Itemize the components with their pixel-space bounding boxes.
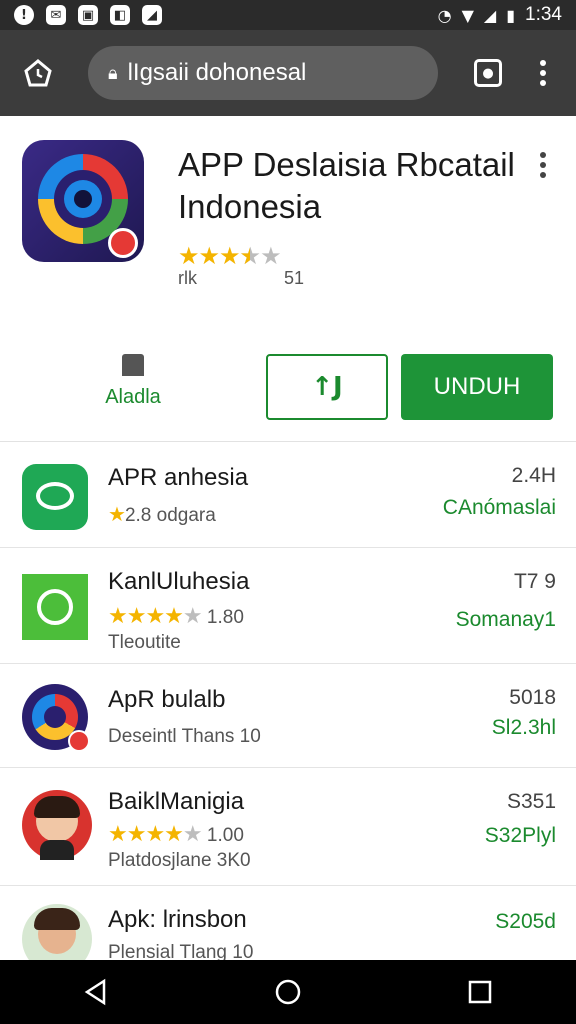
app-header: APP Deslaisia Rbcatail Indonesia ★★★★★★ … bbox=[0, 116, 576, 442]
app-rating-stars: ★★★★★★ bbox=[178, 242, 282, 270]
home-circle-icon bbox=[275, 979, 301, 1005]
status-right: ◔ ▼ ◢ ▮ 1:34 bbox=[438, 4, 562, 26]
list-item-sub: Tleoutite bbox=[108, 632, 181, 653]
wishlist-label: Aladla bbox=[105, 386, 161, 408]
install-button[interactable]: UNDUH bbox=[401, 354, 553, 420]
list-item-sub: Platdosjlane 3K0 bbox=[108, 850, 251, 871]
list-item[interactable]: KanlUluhesia ★★★★★ 1.80 Tleoutite T7 9 S… bbox=[0, 548, 576, 664]
app-logo bbox=[22, 140, 144, 262]
list-item[interactable]: Apk: lrinsbon Plensial Tlang 10 S205d bbox=[0, 886, 576, 974]
list-item-sub: Deseintl Thans 10 bbox=[108, 726, 261, 747]
list-item-title: KanlUluhesia bbox=[108, 568, 250, 595]
list-item-title: ApR bulalb bbox=[108, 686, 226, 713]
list-item-size: 5018 bbox=[509, 686, 556, 709]
list-item-size: 2.4H bbox=[511, 464, 556, 487]
notification-icons: ! ✉ ▣ ◧ ◢ bbox=[14, 5, 162, 25]
browser-toolbar: 🔒︎ lIgsaii dohonesal ● bbox=[0, 30, 576, 116]
data-saver-icon: ◔ bbox=[437, 5, 452, 25]
signal-icon: ◢ bbox=[483, 5, 497, 25]
home-icon[interactable] bbox=[0, 30, 76, 116]
message-icon: ▣ bbox=[78, 5, 98, 25]
home-button[interactable] bbox=[258, 962, 318, 1022]
rating-count: rlk bbox=[178, 268, 197, 288]
wifi-icon: ▼ bbox=[461, 5, 474, 25]
wishlist-button[interactable]: Aladla bbox=[96, 354, 170, 409]
app-icon-avatar bbox=[22, 790, 92, 860]
browser-menu-button[interactable] bbox=[505, 30, 576, 116]
list-item-rating: ★★★★★ 1.00 bbox=[108, 822, 244, 847]
install-label: UNDUH bbox=[433, 373, 521, 400]
secondary-action-label: ↑J bbox=[311, 372, 343, 402]
recents-square-icon bbox=[468, 980, 492, 1004]
list-item-size: S205d bbox=[495, 910, 556, 933]
app-more-icon[interactable] bbox=[540, 152, 546, 182]
list-item-status: S32Plyl bbox=[484, 824, 556, 847]
app-icon-chat bbox=[22, 464, 88, 530]
app-icon-browser bbox=[22, 684, 90, 752]
list-item-size: S351 bbox=[506, 790, 556, 813]
battery-icon: ▮ bbox=[506, 5, 516, 25]
list-item[interactable]: APR anhesia ★2.8 odgara 2.4H CAnómaslai bbox=[0, 442, 576, 548]
back-triangle-icon bbox=[84, 978, 106, 1006]
list-item-rating: ★2.8 odgara bbox=[108, 502, 216, 526]
bookmark-icon bbox=[122, 354, 144, 376]
list-item-size: T7 9 bbox=[513, 570, 556, 593]
app-size: 51 bbox=[284, 268, 305, 288]
list-item-title: BaiklManigia bbox=[108, 788, 245, 815]
chat-icon: ◧ bbox=[110, 5, 130, 25]
secondary-action-button[interactable]: ↑J bbox=[266, 354, 388, 420]
clock: 1:34 bbox=[525, 4, 562, 25]
url-text: lIgsaii dohonesal bbox=[127, 59, 307, 86]
app-icon: ◢ bbox=[142, 5, 162, 25]
app-title: APP Deslaisia Rbcatail Indonesia bbox=[178, 146, 515, 225]
recents-button[interactable] bbox=[450, 962, 510, 1022]
status-bar: ! ✉ ▣ ◧ ◢ ◔ ▼ ◢ ▮ 1:34 bbox=[0, 0, 576, 30]
list-item[interactable]: BaiklManigia ★★★★★ 1.00 Platdosjlane 3K0… bbox=[0, 768, 576, 886]
back-button[interactable] bbox=[66, 962, 126, 1022]
list-item[interactable]: ApR bulalb Deseintl Thans 10 5018 Sl2.3h… bbox=[0, 664, 576, 768]
mail-icon: ✉ bbox=[46, 5, 66, 25]
list-item-status: CAnómaslai bbox=[442, 496, 556, 519]
list-item-status: Sl2.3hl bbox=[491, 716, 556, 739]
alert-icon: ! bbox=[14, 5, 34, 25]
list-item-title: APR anhesia bbox=[108, 464, 249, 491]
lock-icon: 🔒︎ bbox=[108, 62, 118, 84]
address-bar[interactable]: 🔒︎ lIgsaii dohonesal bbox=[88, 46, 438, 100]
navigation-bar bbox=[0, 960, 576, 1024]
tabs-icon: ● bbox=[474, 59, 502, 87]
app-icon-whatsapp bbox=[22, 574, 88, 640]
more-vert-icon bbox=[540, 60, 546, 86]
list-item-rating: ★★★★★ 1.80 bbox=[108, 604, 244, 629]
list-item-title: Apk: lrinsbon bbox=[108, 906, 247, 933]
list-item-status: Somanay1 bbox=[455, 608, 556, 631]
page: ! ✉ ▣ ◧ ◢ ◔ ▼ ◢ ▮ 1:34 🔒︎ lIgsaii dohone… bbox=[0, 0, 576, 1024]
